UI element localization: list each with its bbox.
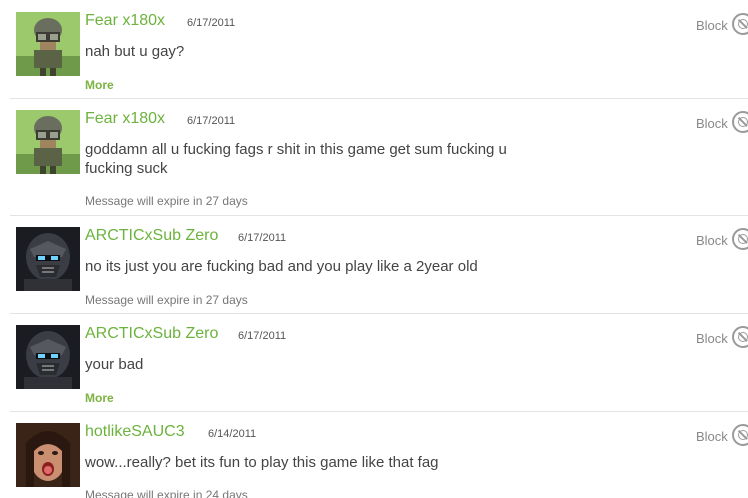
soldier-avatar-icon[interactable] (16, 110, 80, 174)
message-body: your bad (85, 356, 144, 373)
message-item: hotlikeSAUC3 6/14/2011 wow...really? bet… (10, 411, 748, 498)
block-button[interactable]: Block (696, 116, 728, 131)
sender-name[interactable]: Fear x180x (85, 110, 165, 128)
block-icon[interactable] (732, 228, 748, 250)
block-button[interactable]: Block (696, 331, 728, 346)
message-item: Fear x180x 6/17/2011 goddamn all u fucki… (10, 98, 748, 216)
message-list: Fear x180x 6/17/2011 nah but u gay? More… (0, 0, 748, 498)
sender-name[interactable]: ARCTICxSub Zero (85, 227, 218, 245)
sender-name[interactable]: Fear x180x (85, 12, 165, 30)
message-date: 6/17/2011 (187, 17, 236, 29)
sender-name[interactable]: ARCTICxSub Zero (85, 325, 218, 343)
message-item: Fear x180x 6/17/2011 nah but u gay? More… (10, 0, 748, 99)
message-item: ARCTICxSub Zero 6/17/2011 your bad More … (10, 313, 748, 412)
message-date: 6/14/2011 (208, 428, 257, 440)
more-link[interactable]: More (85, 391, 114, 405)
more-link[interactable]: More (85, 78, 114, 92)
woman-avatar-icon[interactable] (16, 423, 80, 487)
message-date: 6/17/2011 (187, 115, 236, 127)
message-date: 6/17/2011 (238, 330, 287, 342)
message-item: ARCTICxSub Zero 6/17/2011 no its just yo… (10, 215, 748, 314)
ninja-mask-avatar-icon[interactable] (16, 325, 80, 389)
block-button[interactable]: Block (696, 429, 728, 444)
block-icon[interactable] (732, 111, 748, 133)
block-icon[interactable] (732, 13, 748, 35)
block-button[interactable]: Block (696, 18, 728, 33)
message-date: 6/17/2011 (238, 232, 287, 244)
message-body: nah but u gay? (85, 43, 185, 60)
soldier-avatar-icon[interactable] (16, 12, 80, 76)
sender-name[interactable]: hotlikeSAUC3 (85, 423, 185, 441)
message-expiry: Message will expire in 27 days (85, 194, 248, 208)
message-expiry: Message will expire in 27 days (85, 293, 248, 307)
block-button[interactable]: Block (696, 233, 728, 248)
message-body: wow...really? bet its fun to play this g… (85, 454, 439, 471)
block-icon[interactable] (732, 326, 748, 348)
message-body: no its just you are fucking bad and you … (85, 258, 478, 275)
message-body: goddamn all u fucking fags r shit in thi… (85, 141, 507, 177)
message-expiry: Message will expire in 24 days (85, 488, 248, 498)
ninja-mask-avatar-icon[interactable] (16, 227, 80, 291)
block-icon[interactable] (732, 424, 748, 446)
